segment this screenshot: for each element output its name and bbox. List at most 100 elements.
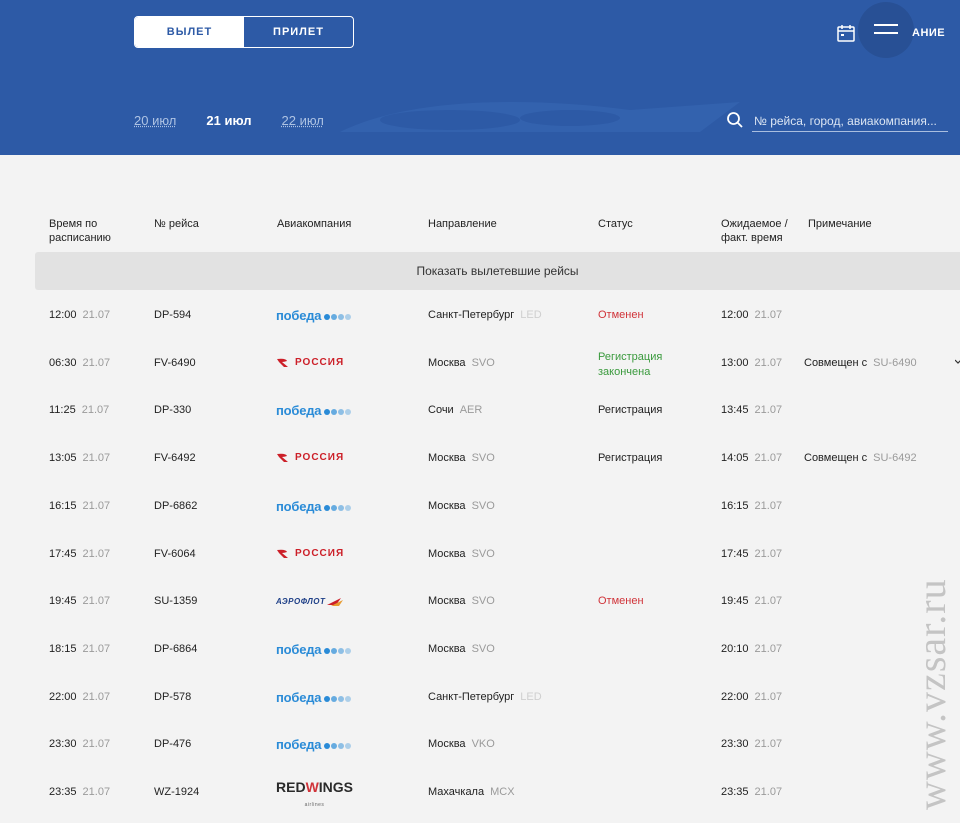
airport-code: SVO [471, 452, 495, 464]
site-watermark: www.vzsar.ru [909, 578, 954, 810]
direction-cell: Сочи AER [428, 404, 482, 416]
expected-time-cell: 12:00 21.07 [721, 309, 782, 321]
table-row[interactable]: 11:25 21.07 DP-330 победа Сочи AER Регистрация… [0, 387, 960, 435]
show-departed-button[interactable]: Показать вылетевшие рейсы [35, 252, 960, 290]
scheduled-date: 21.07 [82, 548, 111, 560]
expected-date: 21.07 [754, 786, 783, 798]
table-row[interactable]: 19:45 21.07 SU-1359 АЭРОФЛОТ Москва SVO Отмене… [0, 578, 960, 626]
search-input[interactable] [752, 110, 948, 132]
expected-date: 21.07 [754, 500, 783, 512]
flight-number: FV-6490 [154, 357, 196, 369]
table-row[interactable]: 22:00 21.07 DP-578 победа Санкт-Петербург LED… [0, 674, 960, 722]
aeroflot-wing-icon [327, 597, 344, 606]
direction-cell: Санкт-Петербург LED [428, 691, 542, 703]
table-row[interactable]: 13:05 21.07 FV-6492 РОССИЯ Москва SVO Регистра… [0, 435, 960, 483]
direction-city: Москва [428, 500, 466, 512]
table-row[interactable]: 18:15 21.07 DP-6864 победа Москва SVO 20:10 21.… [0, 626, 960, 674]
direction-cell: Москва VKO [428, 738, 495, 750]
direction-cell: Москва SVO [428, 548, 495, 560]
scheduled-date: 21.07 [82, 452, 111, 464]
expected-time: 16:15 [721, 500, 749, 512]
scheduled-time-cell: 13:05 21.07 [49, 452, 110, 464]
pobeda-logo: победа [276, 307, 352, 325]
schedule-link-text[interactable]: АНИЕ [912, 27, 945, 39]
expected-date: 21.07 [754, 643, 783, 655]
scheduled-time-cell: 23:30 21.07 [49, 738, 110, 750]
direction-city: Сочи [428, 404, 454, 416]
airport-code: LED [520, 691, 542, 703]
flight-number: WZ-1924 [154, 786, 200, 798]
scheduled-time: 22:00 [49, 691, 77, 703]
table-row[interactable]: 23:35 21.07 WZ-1924 REDWINGS airlines Махачка… [0, 769, 960, 817]
pobeda-logo: победа [276, 736, 352, 754]
expected-time-cell: 16:15 21.07 [721, 500, 782, 512]
menu-button[interactable] [858, 2, 914, 58]
airport-code: SVO [471, 643, 495, 655]
note-code: SU-6490 [873, 357, 917, 369]
search-icon[interactable] [726, 111, 744, 129]
rossiya-logo: РОССИЯ [276, 452, 344, 463]
direction-city: Москва [428, 643, 466, 655]
airport-code: SVO [471, 500, 495, 512]
flight-number: FV-6064 [154, 548, 196, 560]
scheduled-time: 17:45 [49, 548, 77, 560]
rossiya-wordmark: РОССИЯ [295, 357, 345, 368]
pobeda-dots-icon [323, 403, 352, 418]
table-header: Время по расписанию № рейса Авиакомпания… [0, 215, 960, 255]
table-row[interactable]: 23:30 21.07 DP-476 победа Москва VKO 23:30 21.0… [0, 721, 960, 769]
expected-time: 19:45 [721, 595, 749, 607]
expected-time-cell: 23:30 21.07 [721, 738, 782, 750]
calendar-icon[interactable] [836, 23, 856, 43]
scheduled-time-cell: 23:35 21.07 [49, 786, 110, 798]
aeroflot-logo: АЭРОФЛОТ [276, 597, 344, 606]
flight-number: DP-6864 [154, 643, 198, 655]
note-text: Совмещен с [804, 357, 868, 369]
airport-logo-watermark [340, 102, 740, 132]
redwings-sub: airlines [304, 802, 325, 808]
pobeda-dots-icon [323, 737, 352, 752]
note-text: Совмещен с [804, 452, 868, 464]
pobeda-dots-icon [323, 499, 352, 514]
direction-city: Махачкала [428, 786, 485, 798]
direction-cell: Москва SVO [428, 357, 495, 369]
expected-time: 23:30 [721, 738, 749, 750]
expected-time: 22:00 [721, 691, 749, 703]
pobeda-logo: победа [276, 641, 352, 659]
airport-code: VKO [471, 738, 495, 750]
arrivals-tab[interactable]: ПРИЛЕТ [244, 17, 353, 47]
scheduled-time-cell: 22:00 21.07 [49, 691, 110, 703]
rossiya-mark-icon [277, 549, 288, 558]
pobeda-wordmark: победа [276, 690, 322, 705]
scheduled-date: 21.07 [82, 595, 111, 607]
scheduled-time-cell: 16:15 21.07 [49, 500, 110, 512]
scheduled-time-cell: 17:45 21.07 [49, 548, 110, 560]
expected-time: 13:45 [721, 404, 749, 416]
col-flight: № рейса [154, 218, 199, 230]
scheduled-time: 13:05 [49, 452, 77, 464]
expected-date: 21.07 [754, 452, 783, 464]
pobeda-logo: победа [276, 498, 352, 516]
table-row[interactable]: 17:45 21.07 FV-6064 РОССИЯ Москва SVO 17:45 21.… [0, 531, 960, 579]
flight-number: DP-476 [154, 738, 192, 750]
rossiya-mark-icon [277, 453, 288, 462]
date-next[interactable]: 22 июл [282, 113, 324, 128]
departures-tab[interactable]: ВЫЛЕТ [135, 17, 244, 47]
status-cell: Отменен [598, 309, 644, 321]
expected-time-cell: 17:45 21.07 [721, 548, 782, 560]
table-row[interactable]: 16:15 21.07 DP-6862 победа Москва SVO 16:15 21.… [0, 483, 960, 531]
table-row[interactable]: 06:30 21.07 FV-6490 РОССИЯ Москва SVO Регистра… [0, 340, 960, 388]
table-row[interactable]: 12:00 21.07 DP-594 победа Санкт-Петербург LED… [0, 292, 960, 340]
rossiya-logo: РОССИЯ [276, 548, 344, 559]
direction-city: Москва [428, 595, 466, 607]
scheduled-date: 21.07 [82, 357, 111, 369]
expected-date: 21.07 [754, 404, 783, 416]
expected-time-cell: 23:35 21.07 [721, 786, 782, 798]
date-prev[interactable]: 20 июл [134, 113, 176, 128]
scheduled-time-cell: 06:30 21.07 [49, 357, 110, 369]
scheduled-time: 06:30 [49, 357, 77, 369]
rossiya-wordmark: РОССИЯ [295, 548, 345, 559]
pobeda-logo: победа [276, 402, 352, 420]
scheduled-date: 21.07 [82, 786, 111, 798]
scheduled-date: 21.07 [82, 309, 111, 321]
date-current[interactable]: 21 июл [206, 113, 251, 128]
